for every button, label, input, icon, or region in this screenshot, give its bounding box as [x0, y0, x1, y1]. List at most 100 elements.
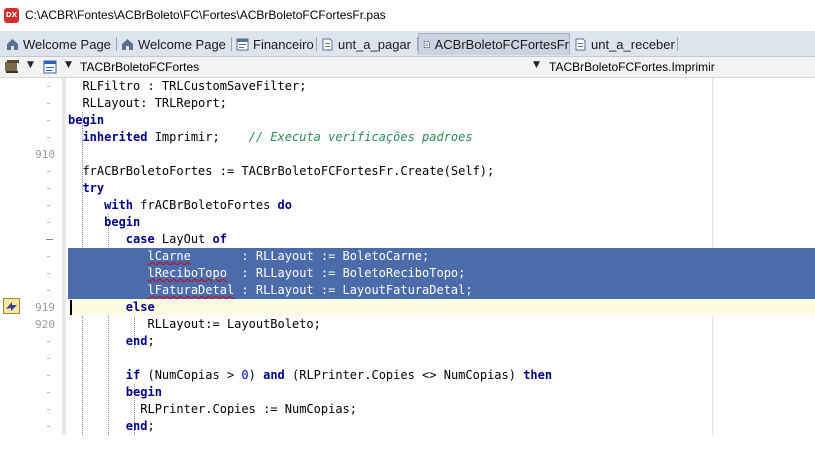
keyword: inherited	[82, 130, 148, 144]
keyword: begin	[104, 215, 141, 229]
method-selector-value: TACBrBoletoFCFortes.Imprimir	[549, 60, 715, 74]
keyword: with	[104, 198, 134, 212]
code-identifier: lCarne	[147, 249, 191, 263]
gutter-marker	[46, 239, 53, 240]
method-selector-combo[interactable]: TACBrBoletoFCFortes.Imprimir	[549, 58, 811, 76]
tab-acbrboletofcfortesfr[interactable]: ACBrBoletoFCFortesFr	[418, 33, 570, 55]
gutter-marker	[47, 222, 50, 223]
code-line: inherited Imprimir; // Executa verificaç…	[68, 129, 815, 146]
line-number: 910	[35, 148, 55, 161]
form-view-icon[interactable]	[42, 59, 58, 75]
code-text: : RLLayout := LayoutFaturaDetal;	[234, 283, 473, 297]
class-selector-combo[interactable]: TACBrBoletoFCFortes	[80, 58, 545, 76]
selected-code-line: lFaturaDetal : RLLayout := LayoutFaturaD…	[68, 282, 815, 299]
tab-separator	[677, 37, 678, 51]
unit-file-icon	[575, 38, 586, 50]
gutter-marker	[47, 341, 50, 342]
tab-unt-a-pagar[interactable]: unt_a_pagar	[317, 33, 411, 55]
code-text: )	[248, 368, 264, 382]
chevron-down-icon[interactable]: ▼	[533, 60, 540, 70]
keyword: then	[523, 368, 553, 382]
code-line: try	[68, 180, 815, 197]
selected-code-line: lReciboTopo : RLLayout := BoletoReciboTo…	[68, 265, 815, 282]
code-line: RLPrinter.Copies := NumCopias;	[68, 401, 815, 418]
chevron-down-icon[interactable]: ▼	[27, 60, 34, 70]
tab-label: Financeiro	[253, 36, 314, 52]
code-text: RLPrinter.Copies := NumCopias;	[140, 402, 357, 416]
structure-view-icon[interactable]	[4, 59, 20, 75]
code-line: RLFiltro : TRLCustomSaveFilter;	[68, 78, 815, 95]
gutter-marker	[47, 86, 50, 87]
code-identifier: lFaturaDetal	[147, 283, 235, 297]
code-text: (RLPrinter.Copies <> NumCopias)	[284, 368, 524, 382]
code-text: (NumCopias >	[140, 368, 242, 382]
gutter-marker	[47, 188, 50, 189]
gutter-marker	[47, 358, 50, 359]
gutter-marker	[47, 256, 50, 257]
keyword: end	[125, 334, 148, 348]
gutter-marker	[47, 171, 50, 172]
keyword: and	[263, 368, 285, 382]
gutter-marker	[47, 273, 50, 274]
tab-label: Welcome Page	[23, 36, 111, 52]
code-line: if (NumCopias > 0) and (RLPrinter.Copies…	[68, 367, 815, 384]
keyword: do	[277, 198, 292, 212]
code-editor[interactable]: 910 919 920 RLFiltro : TRLCustomSaveFilt…	[0, 78, 815, 435]
code-area[interactable]: RLFiltro : TRLCustomSaveFilter; RLLayout…	[68, 78, 815, 435]
code-line: frACBrBoletoFortes := TACBrBoletoFCForte…	[68, 163, 815, 180]
gutter-marker	[47, 120, 50, 121]
tab-welcome-page-1[interactable]: Welcome Page	[2, 33, 111, 55]
code-line: begin	[68, 384, 815, 401]
code-number: 0	[241, 368, 249, 382]
tab-unt-a-receber[interactable]: unt_a_receber	[570, 33, 675, 55]
keyword: begin	[125, 385, 162, 399]
code-line: begin	[68, 214, 815, 231]
code-text: Imprimir;	[147, 130, 249, 144]
code-line: case LayOut of	[68, 231, 815, 248]
title-bar: DX C:\ACBR\Fontes\ACBrBoleto\FC\Fortes\A…	[0, 0, 815, 32]
code-text: RLFiltro : TRLCustomSaveFilter;	[68, 79, 307, 93]
keyword: else	[125, 300, 155, 314]
gutter-marker	[47, 103, 50, 104]
code-line: end;	[68, 333, 815, 350]
code-text: : RLLayout := BoletoCarne;	[190, 249, 430, 263]
code-line: RLLayout:= LayoutBoleto;	[68, 316, 815, 333]
line-number-gutter: 910 919 920	[0, 78, 62, 435]
delphi-app-icon: DX	[4, 8, 19, 23]
tab-label: ACBrBoletoFCFortesFr	[434, 37, 569, 52]
code-identifier: lReciboTopo	[147, 266, 227, 280]
line-number: 919	[35, 301, 55, 314]
chevron-down-icon[interactable]: ▼	[65, 60, 72, 70]
keyword: case	[125, 232, 155, 246]
code-comment: // Executa verificações padroes	[248, 130, 473, 144]
gutter-marker	[47, 375, 50, 376]
line-number: 920	[35, 318, 55, 331]
gutter-marker	[47, 137, 50, 138]
code-text: LayOut	[154, 232, 213, 246]
keyword: begin	[68, 113, 105, 127]
tab-label: unt_a_receber	[591, 36, 675, 52]
code-line: RLLayout: TRLReport;	[68, 95, 815, 112]
gutter-marker	[47, 409, 50, 410]
unit-file-icon	[322, 38, 333, 50]
keyword: end	[125, 419, 148, 433]
current-code-line: else	[68, 299, 815, 316]
form-icon	[236, 38, 249, 50]
unit-file-icon	[423, 40, 430, 49]
tab-label: unt_a_pagar	[338, 36, 412, 52]
gutter-marker	[47, 205, 50, 206]
welcome-page-icon	[7, 38, 18, 50]
code-text: frACBrBoletoFortes := TACBrBoletoFCForte…	[68, 164, 495, 178]
code-text: RLLayout:= LayoutBoleto;	[147, 317, 321, 331]
selected-code-line: lCarne : RLLayout := BoletoCarne;	[68, 248, 815, 265]
code-text: ;	[147, 334, 155, 348]
tab-label: Welcome Page	[138, 36, 226, 52]
tab-financeiro[interactable]: Financeiro	[232, 33, 314, 55]
text-caret	[70, 300, 72, 315]
code-text: RLLayout: TRLReport;	[68, 96, 227, 110]
window-title: C:\ACBR\Fontes\ACBrBoleto\FC\Fortes\ACBr…	[25, 8, 386, 22]
change-bar	[62, 78, 66, 435]
tab-welcome-page-2[interactable]: Welcome Page	[117, 33, 226, 55]
keyword: try	[82, 181, 105, 195]
code-line: begin	[68, 112, 815, 129]
